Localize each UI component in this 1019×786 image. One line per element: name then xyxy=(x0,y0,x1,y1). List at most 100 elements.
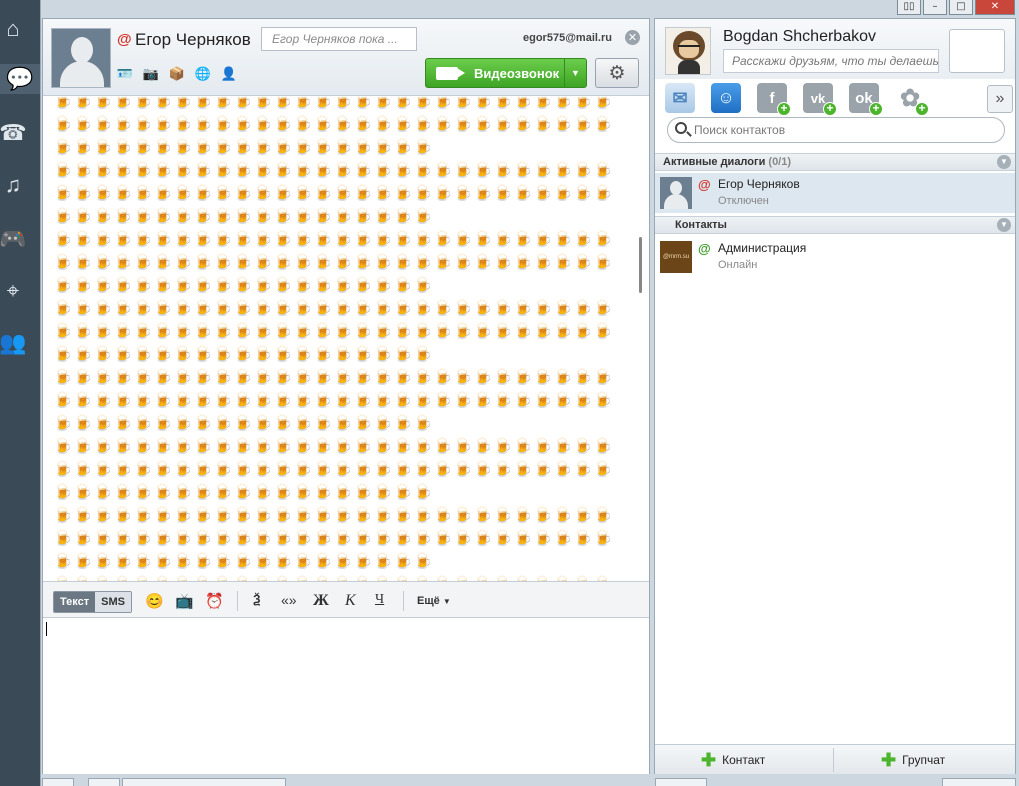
beer-emoji-icon: 🍺 xyxy=(353,552,373,570)
contacts-tab[interactable] xyxy=(942,778,1016,786)
music-icon[interactable]: ♫ xyxy=(0,170,26,200)
contacts-header[interactable]: Контакты ▼ xyxy=(655,216,1015,234)
facebook-icon[interactable]: f + xyxy=(757,83,791,116)
italic-button[interactable]: К xyxy=(345,592,356,610)
message-input[interactable] xyxy=(43,619,649,774)
mode-text-button[interactable]: Текст xyxy=(54,592,96,612)
beer-emoji-icon: 🍺 xyxy=(253,414,273,432)
more-menu[interactable]: Ещё ▼ xyxy=(417,595,451,607)
beer-emoji-icon: 🍺 xyxy=(233,529,253,547)
beer-emoji-icon: 🍺 xyxy=(493,529,513,547)
minimize-button[interactable]: – xyxy=(923,0,947,15)
people-icon[interactable]: 👥 xyxy=(0,328,27,358)
beer-emoji-icon: 🍺 xyxy=(513,184,533,202)
beer-emoji-icon: 🍺 xyxy=(93,572,113,582)
beer-emoji-icon: 🍺 xyxy=(393,572,413,582)
beer-emoji-icon: 🍺 xyxy=(593,572,613,582)
settings-gear-icon[interactable]: ⚙ xyxy=(595,58,639,88)
beer-emoji-icon: 🍺 xyxy=(593,460,613,478)
beer-emoji-icon: 🍺 xyxy=(593,161,613,179)
video-call-button[interactable]: Видеозвонок ▼ xyxy=(425,58,587,88)
message-line: 🍺 🍺 🍺 🍺 🍺 🍺 🍺 🍺 🍺 🍺 🍺 🍺 🍺 🍺 🍺 🍺 🍺 🍺 🍺 xyxy=(53,480,613,503)
chevron-down-icon[interactable]: ▼ xyxy=(997,218,1011,232)
phone-icon[interactable]: ☎ xyxy=(0,118,27,148)
close-window-button[interactable]: ✕ xyxy=(975,0,1015,15)
beer-emoji-icon: 🍺 xyxy=(173,138,193,156)
beer-emoji-icon: 🍺 xyxy=(553,437,573,455)
beer-emoji-icon: 🍺 xyxy=(353,529,373,547)
add-contact-icon[interactable]: 👤 xyxy=(219,65,239,83)
beer-emoji-icon: 🍺 xyxy=(213,115,233,133)
beer-emoji-icon: 🍺 xyxy=(373,207,393,225)
beer-emoji-icon: 🍺 xyxy=(213,161,233,179)
mode-sms-button[interactable]: SMS xyxy=(95,592,131,612)
contact-avatar[interactable] xyxy=(51,28,111,88)
beer-emoji-icon: 🍺 xyxy=(253,391,273,409)
video-call-dropdown-icon[interactable]: ▼ xyxy=(564,59,586,87)
my-avatar[interactable] xyxy=(665,27,711,75)
message-history[interactable]: 🍺 🍺 🍺 🍺 🍺 🍺 🍺 🍺 🍺 🍺 🍺 🍺 🍺 🍺 🍺 🍺 🍺 🍺 🍺 🍺 🍺 🍺 🍺 🍺 🍺 🍺 🍺 🍺 🍺 🍺 🍺 🍺 🍺 🍺 🍺 🍺 🍺 🍺 🍺 🍺… xyxy=(43,97,649,581)
beer-emoji-icon: 🍺 xyxy=(153,414,173,432)
group-chat-button[interactable]: ✚ Групчат xyxy=(881,745,945,775)
chat-contact-name[interactable]: Егор Черняков xyxy=(135,30,251,50)
animation-icon[interactable]: 📺 xyxy=(175,592,194,610)
games-icon[interactable]: 🎮 xyxy=(0,224,27,254)
beer-emoji-icon: 🍺 xyxy=(73,345,93,363)
smiley-icon[interactable]: 😊 xyxy=(145,592,164,610)
chat-tab[interactable] xyxy=(122,778,286,786)
beer-emoji-icon: 🍺 xyxy=(253,161,273,179)
agent-icon[interactable]: ☺ xyxy=(711,83,741,113)
underline-button[interactable]: Ч xyxy=(375,592,384,608)
beer-emoji-icon: 🍺 xyxy=(233,184,253,202)
icq-icon[interactable]: ✿ + xyxy=(895,83,929,116)
active-dialogs-header[interactable]: Активные диалоги (0/1) ▼ xyxy=(655,153,1015,171)
beer-emoji-icon: 🍺 xyxy=(113,253,133,271)
home-icon[interactable]: ⌂ xyxy=(0,14,26,44)
active-dialog-item[interactable]: @ Егор Черняков Отключен xyxy=(655,173,1015,213)
chevron-down-icon[interactable]: ▼ xyxy=(997,155,1011,169)
history-scrollbar[interactable] xyxy=(639,237,642,293)
world-icon[interactable]: 🌐 xyxy=(193,65,213,83)
beer-emoji-icon: 🍺 xyxy=(413,138,433,156)
collapse-panel-icon[interactable]: » xyxy=(987,85,1013,113)
beer-emoji-icon: 🍺 xyxy=(253,207,273,225)
chat-tab[interactable] xyxy=(42,778,74,786)
message-line: 🍺🍺🍺🍺🍺🍺🍺🍺🍺🍺🍺🍺🍺🍺🍺🍺🍺🍺🍺🍺🍺🍺🍺🍺🍺🍺🍺🍺 xyxy=(53,97,613,112)
add-contact-button[interactable]: ✚ Контакт xyxy=(701,745,765,775)
map-icon[interactable]: ⌖ xyxy=(0,276,26,306)
quotes-button[interactable]: «» xyxy=(281,592,297,608)
beer-emoji-icon: 🍺 xyxy=(273,184,293,202)
vkontakte-icon[interactable]: vk + xyxy=(803,83,837,116)
contacts-tab[interactable] xyxy=(655,778,707,786)
mailbox-icon[interactable]: 📦 xyxy=(167,65,187,83)
search-input[interactable] xyxy=(694,121,994,139)
beer-emoji-icon: 🍺 xyxy=(213,368,233,386)
beer-emoji-icon: 🍺 xyxy=(373,115,393,133)
translit-icon[interactable]: Ѯ xyxy=(253,592,261,606)
chat-panel: @ Егор Черняков Егор Черняков пока ... e… xyxy=(42,18,650,774)
photo-icon[interactable]: 📷 xyxy=(141,65,161,83)
beer-emoji-icon: 🍺 xyxy=(333,161,353,179)
contact-item[interactable]: @mrm.su @ Администрация Онлайн xyxy=(655,237,1015,277)
contact-email[interactable]: egor575@mail.ru xyxy=(523,32,612,44)
beer-emoji-icon: 🍺 xyxy=(513,368,533,386)
beer-emoji-icon: 🍺 xyxy=(253,572,273,582)
alarm-clock-icon[interactable]: ⏰ xyxy=(205,592,224,610)
my-photo-box[interactable] xyxy=(949,29,1005,73)
beer-emoji-icon: 🍺 xyxy=(413,414,433,432)
bold-button[interactable]: Ж xyxy=(313,592,329,610)
mail-icon[interactable]: ✉ xyxy=(665,83,695,113)
profile-card-icon[interactable]: 🪪 xyxy=(115,65,135,83)
my-name[interactable]: Bogdan Shcherbakov xyxy=(723,28,876,46)
close-chat-icon[interactable]: ✕ xyxy=(625,30,640,45)
chat-icon[interactable]: 💬 xyxy=(0,64,40,94)
odnoklassniki-icon[interactable]: ok + xyxy=(849,83,883,116)
maximize-button[interactable]: □ xyxy=(949,0,973,15)
my-status-input[interactable]: Расскажи друзьям, что ты делаешь... xyxy=(723,49,939,73)
beer-emoji-icon: 🍺 xyxy=(353,253,373,271)
chat-tab[interactable] xyxy=(88,778,120,786)
message-line: 🍺 🍺 🍺 🍺 🍺 🍺 🍺 🍺 🍺 🍺 🍺 🍺 🍺 🍺 🍺 🍺 🍺 🍺 🍺 xyxy=(53,549,613,572)
layout-toggle-button[interactable]: ▯▯ xyxy=(897,0,921,15)
beer-emoji-icon: 🍺 xyxy=(53,460,73,478)
beer-emoji-icon: 🍺 xyxy=(253,115,273,133)
